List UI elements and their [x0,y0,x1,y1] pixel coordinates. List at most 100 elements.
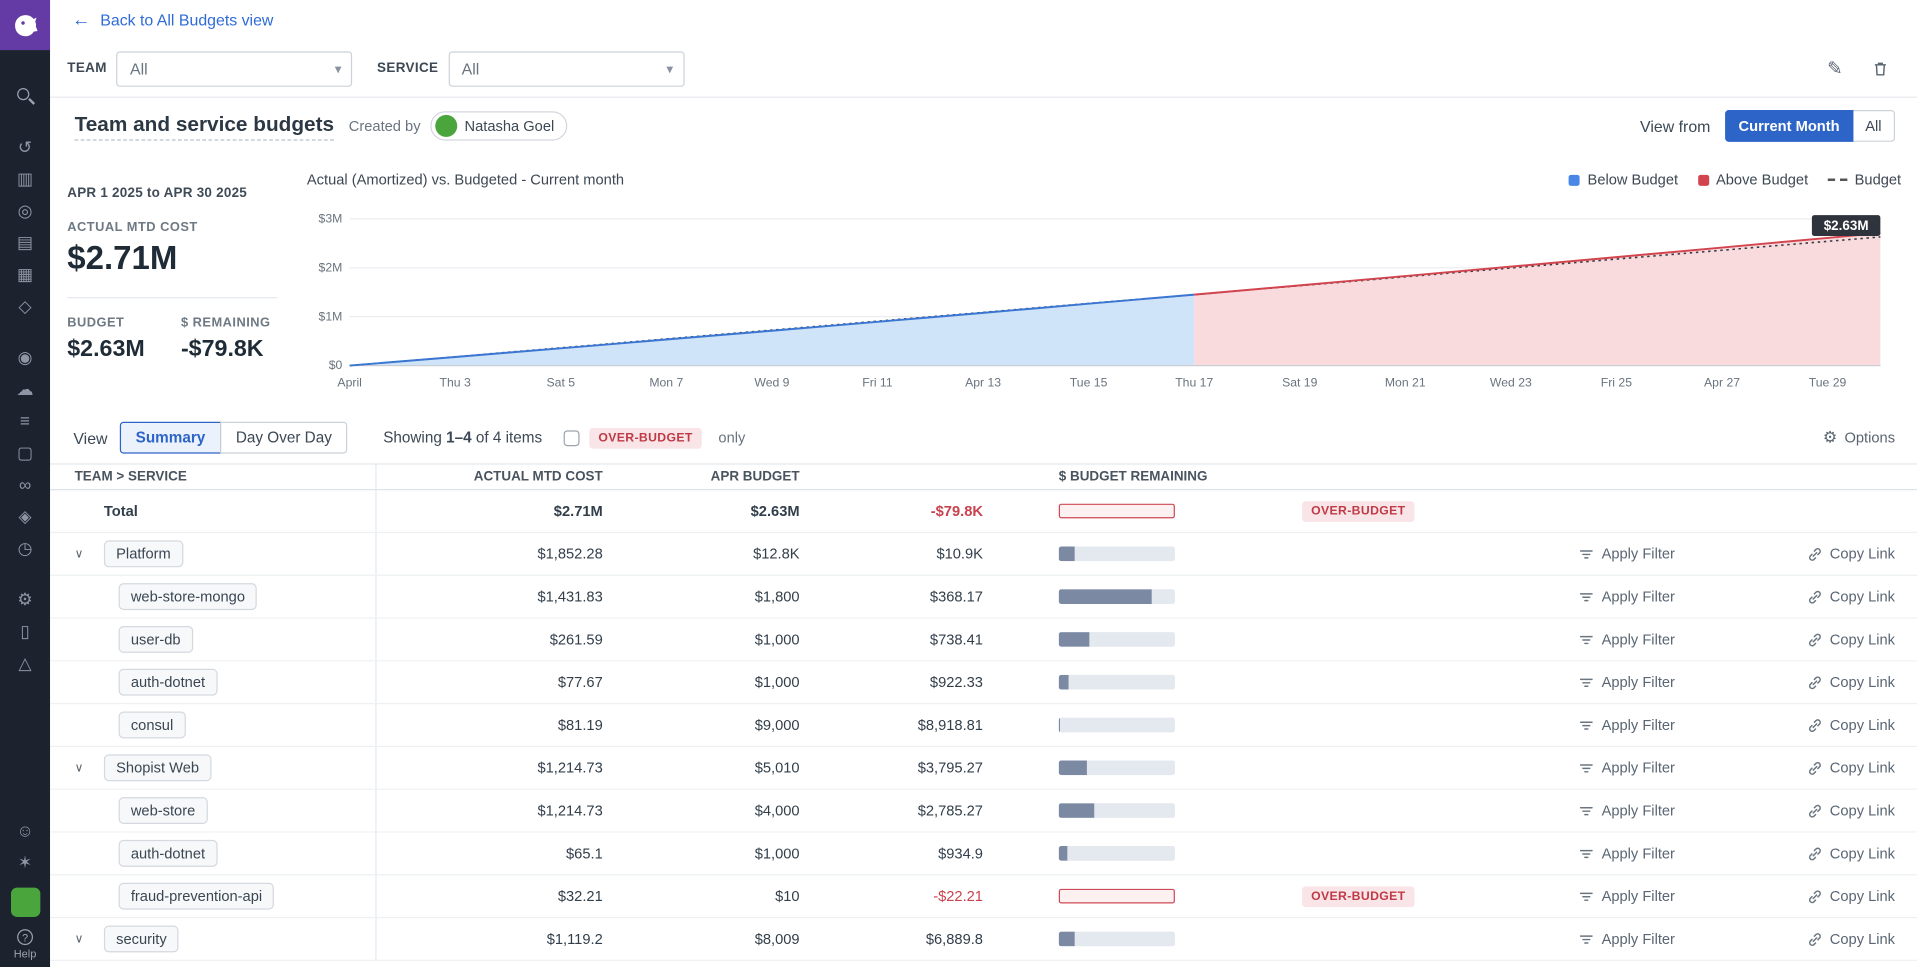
legend-item[interactable]: Above Budget [1698,171,1809,188]
monitors-icon[interactable]: ⚙ [0,583,50,615]
table-row[interactable]: ∨ Platform $1,852.28 $12.8K $10.9K Apply… [50,533,1917,576]
logs-icon[interactable]: ≡ [0,405,50,437]
security-icon[interactable]: ◈ [0,500,50,532]
actual-mtd-value: $2.71M [67,240,307,278]
table-row[interactable]: ∨ auth-dotnet $77.67 $1,000 $922.33 Appl… [50,661,1917,704]
back-link[interactable]: ← Back to All Budgets view [72,10,273,31]
copy-link-button[interactable]: Copy Link [1761,545,1895,562]
apply-filter-button[interactable]: Apply Filter [1540,930,1674,947]
copy-link-button[interactable]: Copy Link [1761,888,1895,905]
view-from-section: View from Current Month All [1640,110,1895,142]
table-row[interactable]: ∨ web-store-mongo $1,431.83 $1,800 $368.… [50,576,1917,619]
row-label[interactable]: user-db [119,626,193,653]
apply-filter-button[interactable]: Apply Filter [1540,845,1674,862]
apply-filter-button[interactable]: Apply Filter [1540,888,1674,905]
legend-item[interactable]: Budget [1828,171,1901,188]
recents-icon[interactable]: ↺ [0,131,50,163]
chevron-down-icon[interactable]: ∨ [75,761,104,774]
copy-link-button[interactable]: Copy Link [1761,802,1895,819]
view-all-button[interactable]: All [1853,110,1895,142]
help-button[interactable]: ? Help [14,929,37,960]
table-row[interactable]: ∨ web-store $1,214.73 $4,000 $2,785.27 A… [50,790,1917,833]
table-row[interactable]: ∨ user-db $261.59 $1,000 $738.41 Apply F… [50,619,1917,662]
copy-link-button[interactable]: Copy Link [1761,674,1895,691]
bar-fill [1059,718,1060,733]
chevron-down-icon[interactable]: ∨ [75,547,104,560]
cell-budget-remaining: $2,785.27 [800,802,983,819]
copy-link-button[interactable]: Copy Link [1761,588,1895,605]
row-label[interactable]: Total [104,502,138,519]
filter-icon [1578,888,1594,904]
row-label[interactable]: auth-dotnet [119,840,218,867]
datadog-logo[interactable] [0,0,50,50]
table-row[interactable]: ∨ security $1,119.2 $8,009 $6,889.8 Appl… [50,918,1917,961]
header-apr-budget: APR BUDGET [603,469,800,484]
table-row[interactable]: ∨ Shopist Web $1,214.73 $5,010 $3,795.27… [50,747,1917,790]
copy-link-button[interactable]: Copy Link [1761,716,1895,733]
apply-filter-button[interactable]: Apply Filter [1540,802,1674,819]
copy-link-label: Copy Link [1830,631,1895,648]
filter-icon [1578,546,1594,562]
copy-link-button[interactable]: Copy Link [1761,759,1895,776]
cell-apr-budget: $1,000 [603,631,800,648]
apply-filter-button[interactable]: Apply Filter [1540,759,1674,776]
apply-filter-label: Apply Filter [1602,588,1675,605]
options-button[interactable]: ⚙ Options [1823,428,1895,448]
copy-link-button[interactable]: Copy Link [1761,930,1895,947]
chevron-down-icon[interactable]: ∨ [75,932,104,945]
search-icon[interactable] [0,79,50,111]
view-current-month-button[interactable]: Current Month [1725,110,1853,142]
service-filter-select[interactable]: All ▾ [448,51,684,86]
apply-filter-button[interactable]: Apply Filter [1540,631,1674,648]
tab-day-over-day[interactable]: Day Over Day [220,422,348,454]
row-label[interactable]: web-store-mongo [119,583,258,610]
page-title[interactable]: Team and service budgets [75,112,335,140]
rum-icon[interactable]: ▢ [0,436,50,468]
row-name-cell: ∨ security [50,918,376,960]
filters-row: TEAM All ▾ SERVICE All ▾ ✎ [50,40,1917,97]
synthetics-icon[interactable]: ∞ [0,468,50,500]
mobile-icon[interactable]: ▯ [0,615,50,647]
over-budget-checkbox[interactable] [564,430,580,446]
table-row[interactable]: ∨ Total $2.71M $2.63M -$79.8K OVER-BUDGE… [50,490,1917,533]
containers-icon[interactable]: ▦ [0,258,50,290]
apply-filter-button[interactable]: Apply Filter [1540,588,1674,605]
row-label[interactable]: web-store [119,797,208,824]
row-label[interactable]: fraud-prevention-api [119,883,275,910]
tab-summary[interactable]: Summary [120,422,221,454]
legend-item[interactable]: Below Budget [1569,171,1678,188]
author-name: Natasha Goel [465,117,555,134]
view-from-label: View from [1640,117,1710,135]
table-row[interactable]: ∨ auth-dotnet $65.1 $1,000 $934.9 Apply … [50,833,1917,876]
org-avatar[interactable] [10,888,39,917]
row-label[interactable]: auth-dotnet [119,669,218,696]
copilot-icon[interactable]: ✶ [0,846,50,878]
row-label[interactable]: security [104,926,179,953]
labs-icon[interactable]: △ [0,647,50,679]
serverless-icon[interactable]: ☁ [0,373,50,405]
network-icon[interactable]: ◇ [0,290,50,322]
metrics-icon[interactable]: ▥ [0,163,50,195]
team-filter-select[interactable]: All ▾ [117,51,353,86]
delete-icon[interactable] [1872,59,1889,77]
team-filter-value: All [130,59,335,77]
row-label[interactable]: Platform [104,540,183,567]
apply-filter-button[interactable]: Apply Filter [1540,674,1674,691]
budget-remaining-bar [1059,803,1175,818]
apply-filter-button[interactable]: Apply Filter [1540,545,1674,562]
infrastructure-icon[interactable]: ▤ [0,226,50,258]
copy-link-button[interactable]: Copy Link [1761,631,1895,648]
cell-apr-budget: $10 [603,888,800,905]
table-row[interactable]: ∨ consul $81.19 $9,000 $8,918.81 Apply F… [50,704,1917,747]
row-label[interactable]: consul [119,712,186,739]
apply-filter-button[interactable]: Apply Filter [1540,716,1674,733]
edit-icon[interactable]: ✎ [1827,57,1842,79]
support-icon[interactable]: ☺ [0,814,50,846]
watchdog-icon[interactable]: ◎ [0,194,50,226]
copy-link-button[interactable]: Copy Link [1761,845,1895,862]
apm-icon[interactable]: ◉ [0,341,50,373]
svg-text:Mon 7: Mon 7 [649,375,683,389]
ci-icon[interactable]: ◷ [0,532,50,564]
row-label[interactable]: Shopist Web [104,754,211,781]
table-row[interactable]: ∨ fraud-prevention-api $32.21 $10 -$22.2… [50,875,1917,918]
